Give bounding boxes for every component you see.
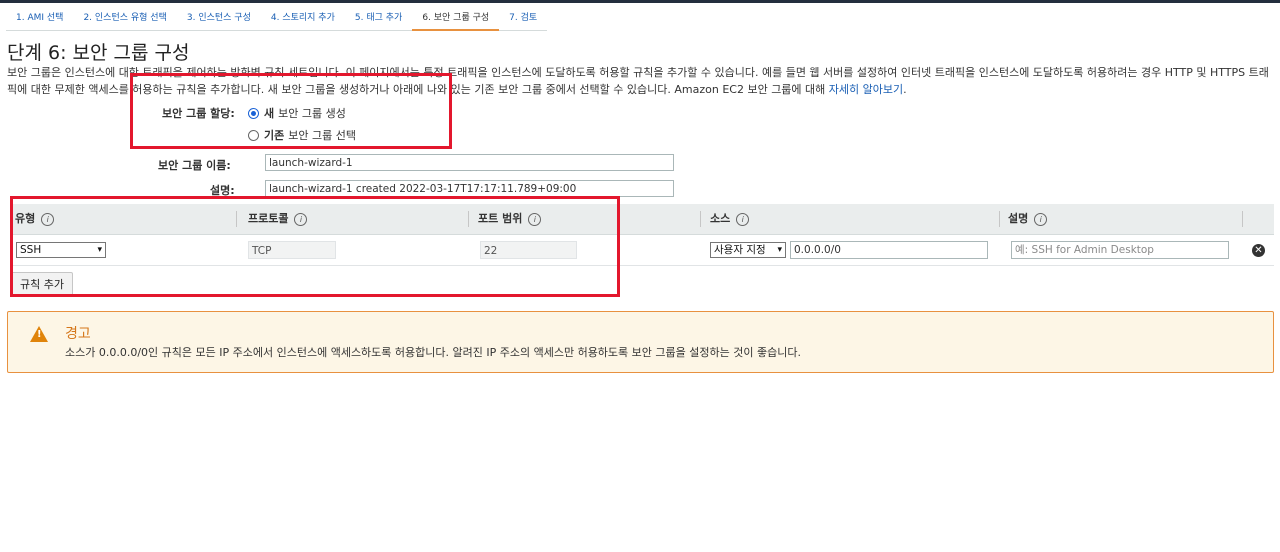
description-period: . — [903, 83, 907, 96]
wizard-step-add-storage[interactable]: 4. 스토리지 추가 — [260, 3, 345, 31]
warning-alert: ! 경고 소스가 0.0.0.0/0인 규칙은 모든 IP 주소에서 인스턴스에… — [7, 311, 1274, 373]
security-group-description-input[interactable]: launch-wizard-1 created 2022-03-17T17:17… — [265, 180, 674, 197]
security-group-name-input[interactable]: launch-wizard-1 — [265, 154, 674, 171]
learn-more-link[interactable]: 자세히 알아보기 — [829, 83, 903, 96]
info-icon[interactable]: i — [736, 212, 750, 226]
annotation-box-rules — [10, 196, 620, 297]
wizard-step-configure-instance[interactable]: 3. 인스턴스 구성 — [176, 3, 261, 31]
security-group-name-label: 보안 그룹 이름: — [158, 159, 231, 172]
remove-rule-icon[interactable]: ✕ — [1252, 244, 1265, 257]
wizard-steps: 1. AMI 선택 2. 인스턴스 유형 선택 3. 인스턴스 구성 4. 스토… — [6, 3, 548, 31]
annotation-box-assign — [130, 73, 452, 149]
wizard-step-review[interactable]: 7. 검토 — [499, 3, 548, 31]
warning-title: 경고 — [65, 326, 91, 342]
warning-text: 소스가 0.0.0.0/0인 규칙은 모든 IP 주소에서 인스턴스에 액세스하… — [65, 346, 801, 359]
wizard-step-ami[interactable]: 1. AMI 선택 — [6, 3, 74, 31]
header-description: 설명 i — [1008, 204, 1048, 234]
column-divider — [999, 211, 1000, 227]
wizard-step-add-tags[interactable]: 5. 태그 추가 — [344, 3, 413, 31]
warning-icon: ! — [30, 326, 48, 342]
rule-source-cidr-input[interactable]: 0.0.0.0/0 — [790, 241, 988, 259]
wizard-step-security-group[interactable]: 6. 보안 그룹 구성 — [412, 3, 500, 31]
header-description-label: 설명 — [1008, 212, 1029, 225]
info-icon[interactable]: i — [1034, 212, 1048, 226]
rule-source-select-value: 사용자 지정 — [714, 244, 766, 256]
header-source-label: 소스 — [710, 212, 731, 225]
rule-source-select[interactable]: 사용자 지정 ▾ — [710, 242, 786, 258]
wizard-step-instance-type[interactable]: 2. 인스턴스 유형 선택 — [73, 3, 177, 31]
warning-icon-glyph: ! — [37, 329, 42, 340]
column-divider — [1242, 211, 1243, 227]
rule-description-input[interactable]: 예: SSH for Admin Desktop — [1011, 241, 1229, 259]
column-divider — [700, 211, 701, 227]
chevron-down-icon: ▾ — [776, 243, 782, 257]
header-source: 소스 i — [710, 204, 750, 234]
page-title: 단계 6: 보안 그룹 구성 — [7, 42, 190, 64]
